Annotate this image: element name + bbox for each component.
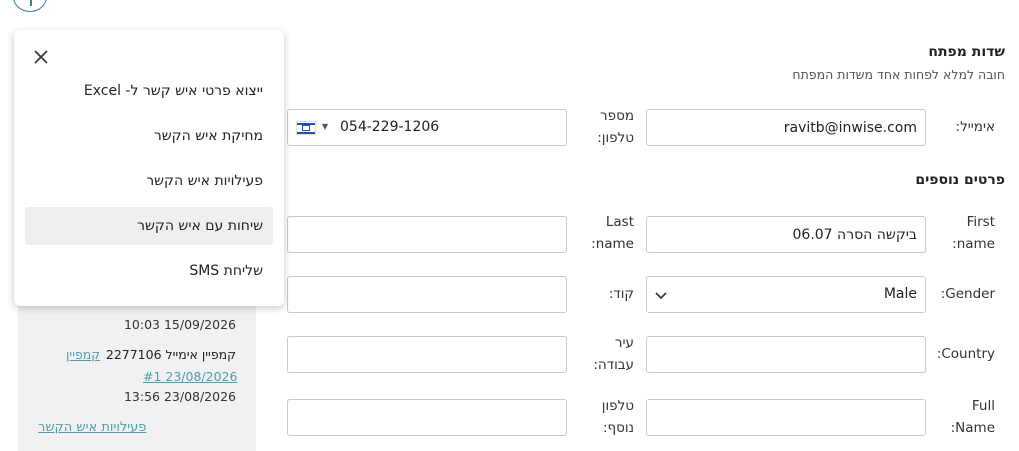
activity-campaign-text: קמפיין אימייל 2277106 — [105, 347, 236, 362]
email-label: אימייל: — [955, 119, 995, 135]
menu-item-export-excel[interactable]: ייצוא פרטי איש קשר ל- Excel — [25, 72, 273, 110]
full-name-field[interactable] — [646, 399, 926, 436]
key-fields-subtitle: חובה למלא לפחות אחד משדות המפתח — [792, 67, 1005, 82]
menu-item-send-sms[interactable]: שליחת SMS — [25, 252, 273, 290]
campaign-link-part2[interactable]: #1 23/08/2026 — [143, 366, 237, 388]
menu-item-contact-activities[interactable]: פעילויות איש הקשר — [25, 162, 273, 200]
work-city-label: עיר עבודה: — [593, 335, 634, 373]
menu-item-delete-contact[interactable]: מחיקת איש הקשר — [25, 117, 273, 155]
campaign-link-part1[interactable]: קמפיין — [66, 344, 100, 366]
full-name-label: Full Name: — [950, 398, 995, 436]
gender-value: Male — [883, 286, 917, 302]
key-fields-title: שדות מפתח — [928, 44, 1005, 60]
first-name-field[interactable] — [646, 216, 926, 253]
israel-flag-icon[interactable] — [296, 121, 316, 135]
country-label: Country: — [936, 346, 995, 362]
email-field[interactable] — [646, 109, 926, 146]
phone-label: מספר טלפון: — [597, 108, 634, 146]
activity-date: 13:56 23/08/2026 — [123, 389, 236, 404]
work-city-field[interactable] — [287, 336, 567, 373]
close-icon[interactable] — [32, 48, 50, 66]
contact-actions-menu: ייצוא פרטי איש קשר ל- Excel מחיקת איש הק… — [14, 30, 284, 306]
code-label: קוד: — [608, 286, 634, 302]
contact-activities-link[interactable]: פעילויות איש הקשר — [38, 420, 146, 435]
phone-value: 054-229-1206 — [340, 119, 440, 135]
code-field[interactable] — [287, 276, 567, 313]
extra-fields-title: פרטים נוספים — [915, 172, 1005, 188]
gender-select[interactable]: Male — [646, 276, 926, 313]
country-field[interactable] — [646, 336, 926, 373]
gender-label: Gender: — [940, 286, 995, 302]
last-name-field[interactable] — [287, 216, 567, 253]
phone-field[interactable]: ▼ 054-229-1206 — [287, 109, 567, 146]
first-name-label: First name: — [952, 214, 995, 252]
activity-date: 10:03 15/09/2026 — [123, 317, 236, 332]
last-name-label: Last name: — [591, 214, 634, 252]
chevron-down-icon[interactable] — [653, 287, 669, 303]
info-circle-icon[interactable] — [13, 0, 47, 12]
extra-phone-label: טלפון נוסף: — [601, 398, 634, 436]
menu-item-contact-calls[interactable]: שיחות עם איש הקשר — [25, 207, 273, 245]
caret-down-icon[interactable]: ▼ — [322, 122, 328, 131]
extra-phone-field[interactable] — [287, 399, 567, 436]
